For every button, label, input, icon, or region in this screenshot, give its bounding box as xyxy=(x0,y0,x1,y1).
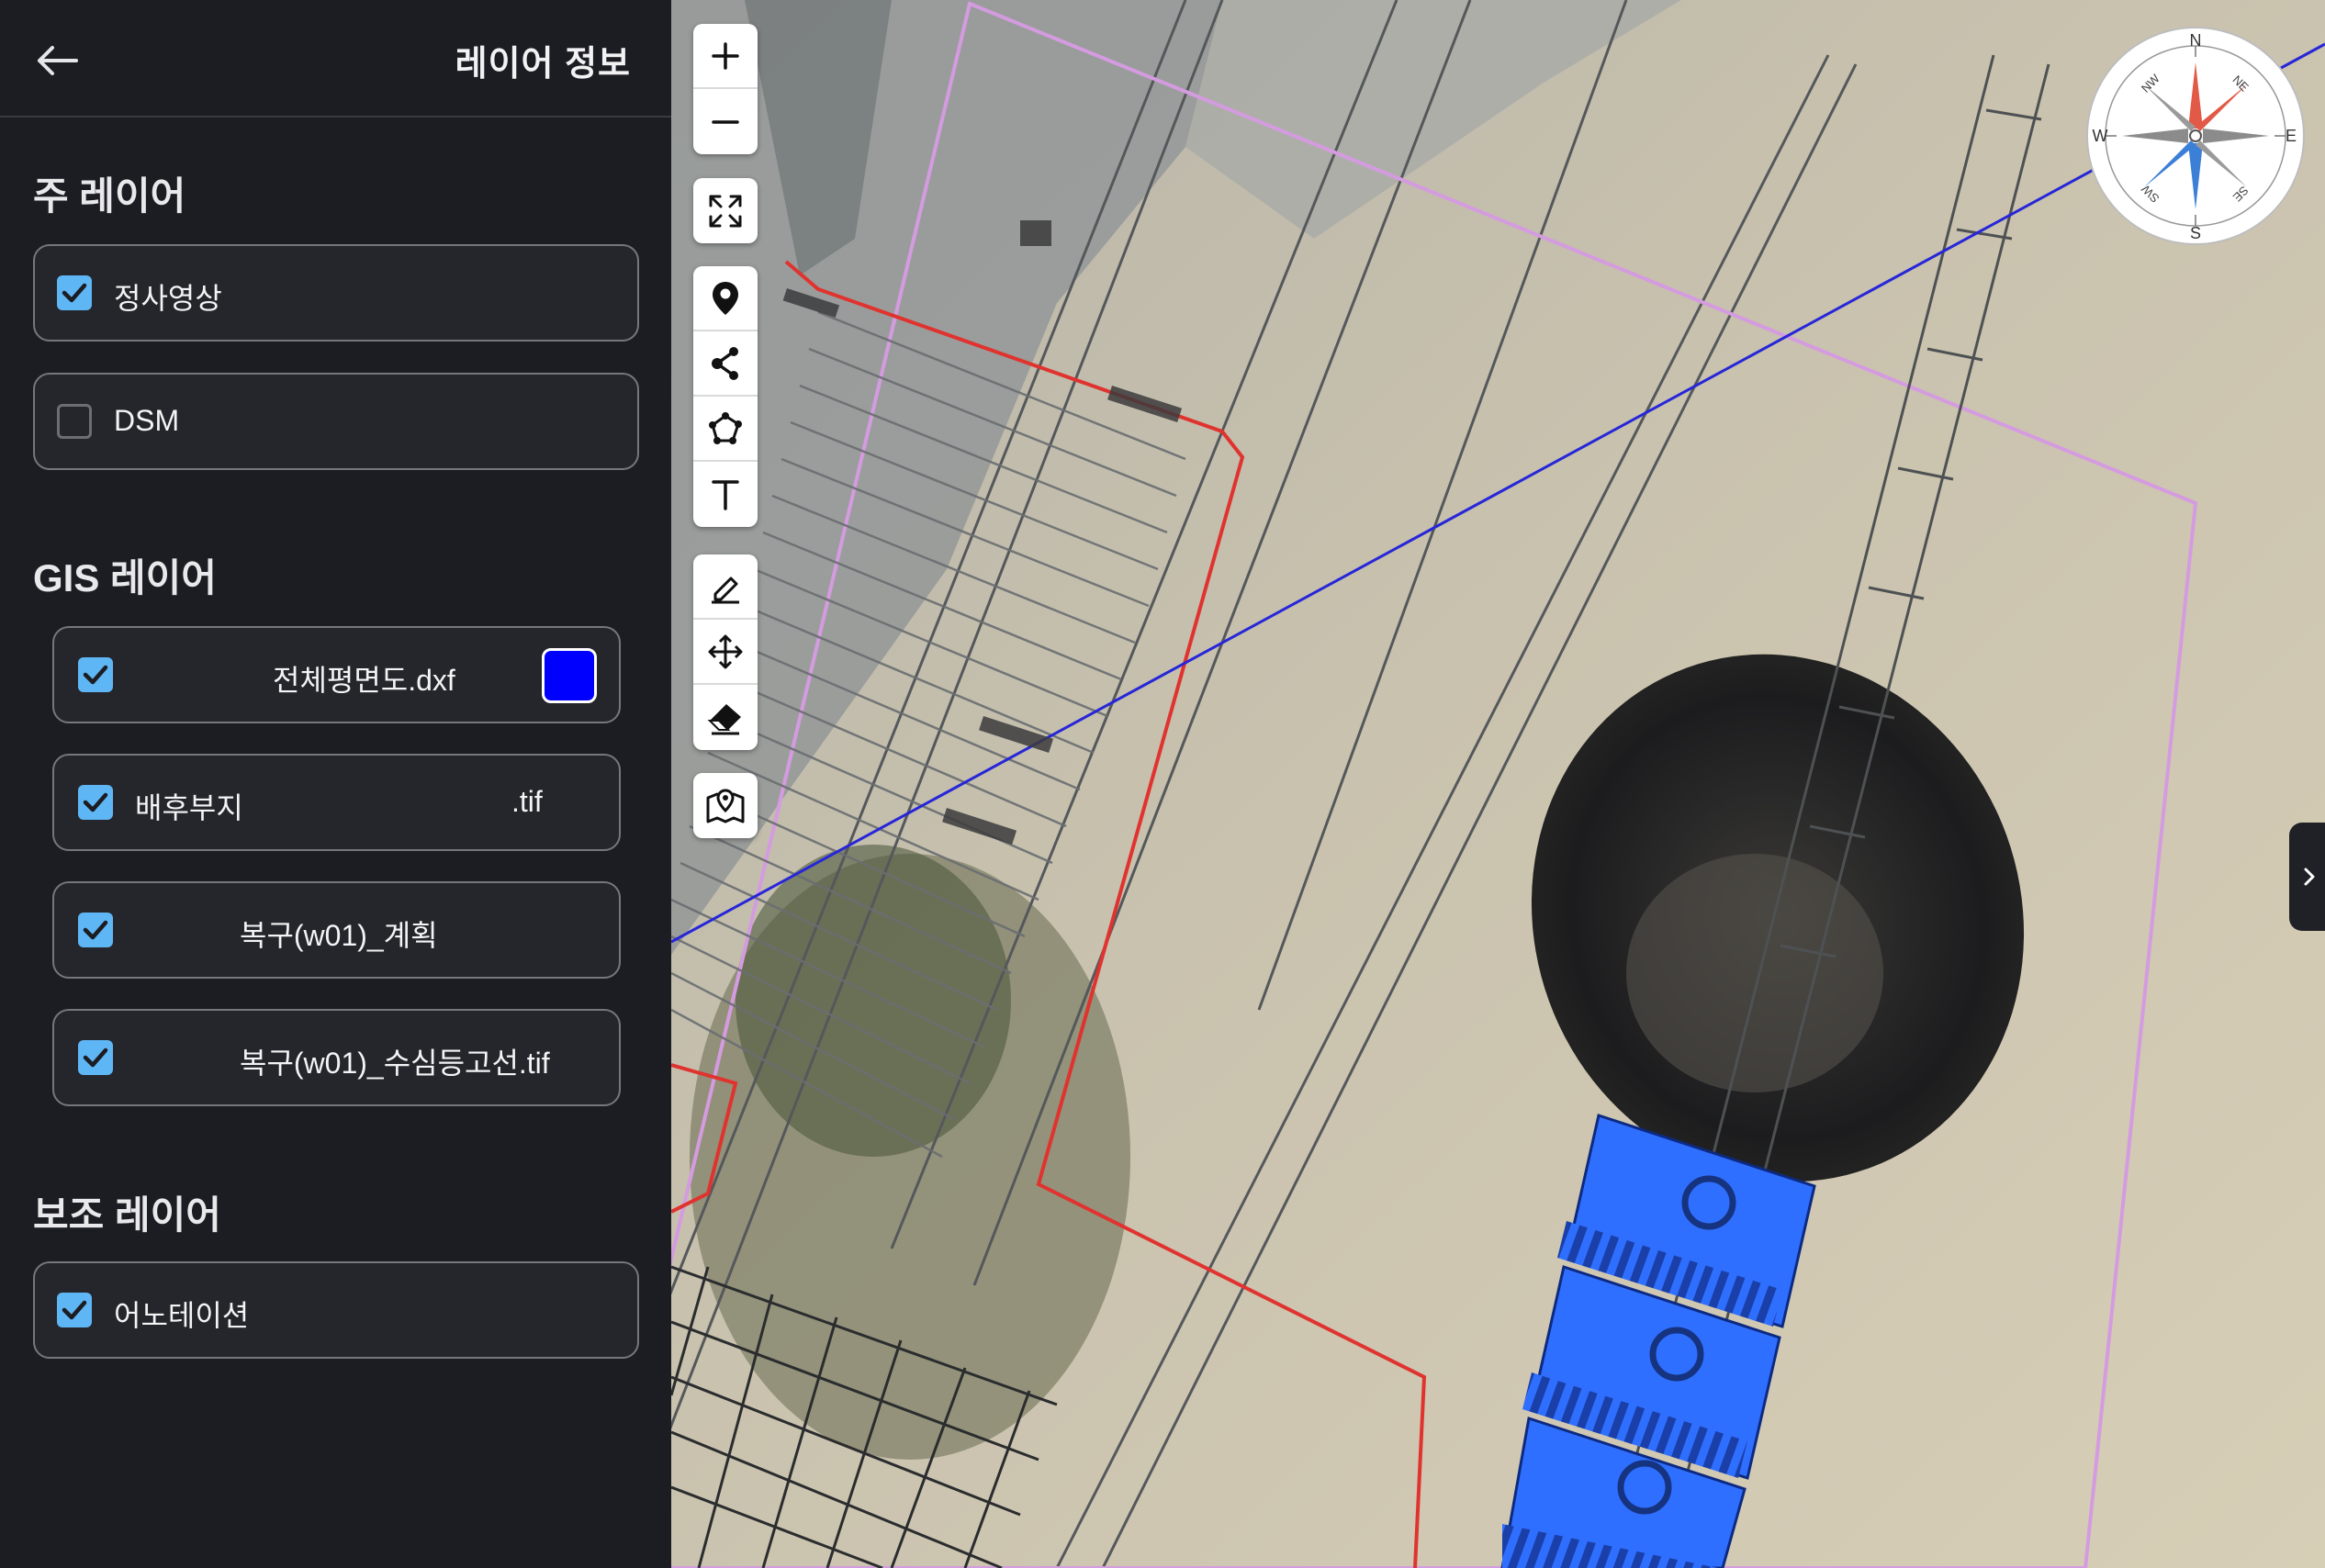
text-button[interactable] xyxy=(693,462,758,527)
back-button[interactable] xyxy=(29,33,84,88)
map-canvas[interactable] xyxy=(671,0,2325,1568)
text-icon xyxy=(712,479,739,510)
vegetation-patch xyxy=(736,845,1011,1157)
layer-color-swatch[interactable] xyxy=(542,648,597,703)
layer-label: 전체평면도.dxf xyxy=(273,664,455,697)
map-button[interactable] xyxy=(693,773,758,838)
check-icon xyxy=(62,1300,87,1320)
check-icon xyxy=(83,1047,108,1068)
compass-w-label: W xyxy=(2093,127,2108,145)
zoom-controls xyxy=(693,24,758,154)
check-icon xyxy=(83,792,108,812)
checkbox-recovery-plan[interactable] xyxy=(78,913,113,947)
polygon-icon xyxy=(709,411,742,444)
compass-e-label: E xyxy=(2286,127,2297,145)
check-icon xyxy=(62,283,87,303)
zoom-in-icon xyxy=(712,41,739,70)
checkbox-dxf[interactable] xyxy=(78,657,113,692)
fullscreen-control xyxy=(693,178,758,243)
map-tools xyxy=(693,773,758,838)
layer-label: 어노테이션 xyxy=(114,1299,250,1332)
check-icon xyxy=(83,665,108,685)
polyline-icon xyxy=(712,346,738,380)
right-panel-toggle[interactable] xyxy=(2289,823,2325,931)
debris xyxy=(1626,854,1883,1092)
layer-item-annotation[interactable]: 어노테이션 xyxy=(33,1261,639,1359)
layer-item-recovery-plan[interactable]: 복구(w01)_계획 xyxy=(52,881,621,979)
compass-s-label: S xyxy=(2190,224,2201,242)
map-view[interactable] xyxy=(671,0,2325,1568)
marker-button[interactable] xyxy=(693,266,758,331)
draw-tools xyxy=(693,266,758,527)
marker-icon xyxy=(713,281,738,315)
check-icon xyxy=(83,920,108,940)
layer-item-recovery-depth[interactable]: 복구(w01)_수심등고선.tif xyxy=(52,1009,621,1106)
edit-pencil-icon xyxy=(712,577,739,603)
checkbox-recovery-depth[interactable] xyxy=(78,1040,113,1075)
layer-label: 복구(w01)_계획 xyxy=(240,919,438,952)
panel-header: 레이어 정보 xyxy=(0,0,671,118)
section-title-main: 주 레이어 xyxy=(33,174,186,218)
polyline-button[interactable] xyxy=(693,331,758,397)
checkbox-dsm[interactable] xyxy=(57,404,92,439)
page-title: 레이어 정보 xyxy=(455,45,631,84)
chevron-right-icon xyxy=(2304,868,2315,886)
eraser-icon xyxy=(707,703,741,734)
checkbox-annotation[interactable] xyxy=(57,1293,92,1327)
fullscreen-icon xyxy=(709,195,742,227)
arrow-left-icon xyxy=(38,46,78,75)
section-title-aux: 보조 레이어 xyxy=(33,1193,221,1237)
checkbox-backlot[interactable] xyxy=(78,785,113,820)
compass-icon: N S E W NE NW SE SW xyxy=(2086,27,2305,245)
zoom-in-button[interactable] xyxy=(693,24,758,89)
layer-item-backlot-tif[interactable]: 배후부지 .tif xyxy=(52,754,621,851)
layer-panel: 레이어 정보 주 레이어 정사영상 DSM GIS 레이어 전체평면도.dxf … xyxy=(0,0,671,1568)
zoom-out-icon xyxy=(712,119,739,124)
polygon-button[interactable] xyxy=(693,397,758,462)
layer-label: DSM xyxy=(114,404,180,437)
layer-label: 정사영상 xyxy=(114,282,222,315)
eraser-button[interactable] xyxy=(693,685,758,750)
layer-label-suffix: .tif xyxy=(511,785,543,818)
layer-item-dsm[interactable]: DSM xyxy=(33,373,639,470)
layer-label: 복구(w01)_수심등고선.tif xyxy=(240,1047,550,1080)
compass-n-label: N xyxy=(2190,31,2202,50)
move-button[interactable] xyxy=(693,620,758,685)
map-icon xyxy=(706,788,745,823)
fullscreen-button[interactable] xyxy=(693,178,758,243)
layer-item-dxf[interactable]: 전체평면도.dxf xyxy=(52,626,621,723)
section-title-gis: GIS 레이어 xyxy=(33,556,217,599)
compass[interactable]: N S E W NE NW SE SW xyxy=(2085,26,2306,246)
zoom-out-button[interactable] xyxy=(693,89,758,154)
move-icon xyxy=(708,634,743,668)
edit-button[interactable] xyxy=(693,554,758,620)
layer-item-orthophoto[interactable]: 정사영상 xyxy=(33,244,639,342)
checkbox-orthophoto[interactable] xyxy=(57,275,92,310)
layer-label: 배후부지 xyxy=(135,791,243,824)
edit-tools xyxy=(693,554,758,750)
